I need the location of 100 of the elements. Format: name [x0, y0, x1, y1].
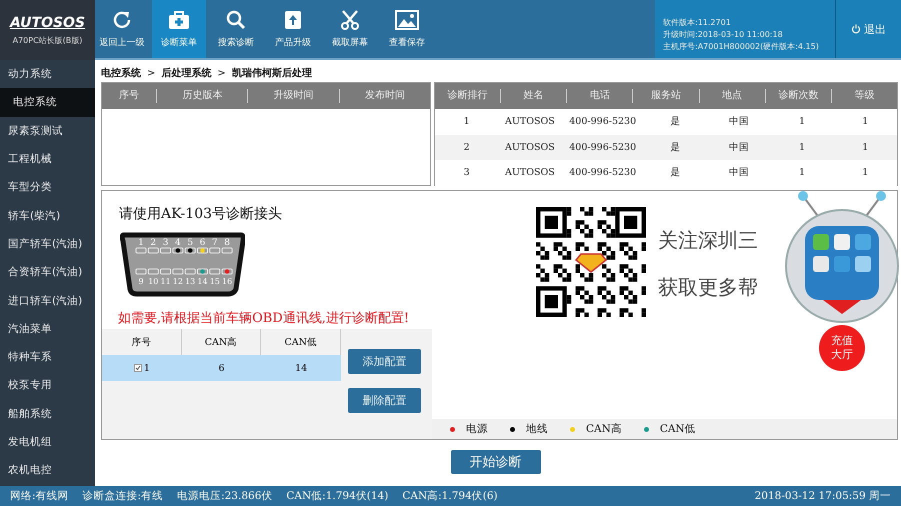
sidebar-item[interactable]: 工程机械 — [0, 144, 95, 174]
column-header: 诊断次数 — [766, 89, 832, 103]
status-text: 网络:有线网 — [10, 489, 69, 503]
table-cell-text: 中国 — [728, 115, 750, 128]
model-label: A70PC站长版(B版) — [12, 34, 82, 46]
status-text: 电源电压:23.866伏 — [177, 489, 272, 503]
table-cell-text: 1 — [798, 142, 806, 153]
refresh-icon — [112, 10, 132, 30]
info-line: 软件版本:11.2701 — [663, 17, 732, 29]
image-icon — [395, 10, 419, 30]
brand-logo: AUTOSOS — [10, 14, 86, 30]
pin-number: 13 — [185, 277, 196, 286]
config-button[interactable]: 添加配置 — [348, 349, 421, 374]
sidebar-item[interactable]: 校泵专用 — [0, 371, 95, 400]
info-line: 主机序号:A7001H800002(硬件版本:4.15) — [663, 41, 820, 53]
pin-number: 3 — [162, 238, 168, 248]
table-cell-text: 1 — [861, 167, 870, 178]
column-header: 序号 — [102, 89, 158, 103]
legend-label: 电源 — [466, 422, 488, 436]
sidebar-item[interactable]: 动力系统 — [0, 60, 95, 88]
status-text: CAN高:1.794伏(6) — [402, 489, 498, 503]
column-header: 诊断排行 — [435, 89, 502, 103]
sidebar-item[interactable]: 合资轿车(汽油) — [0, 258, 95, 286]
pin-number: 1 — [138, 238, 144, 248]
date-time: 2018-03-12 17:05:59 周一 — [754, 489, 891, 503]
table-cell-text: 400-996-5230 — [568, 167, 638, 178]
sidebar-item[interactable]: 轿车(柴汽) — [0, 201, 95, 230]
scissors-icon — [340, 10, 360, 30]
sidebar-item[interactable]: 船舶系统 — [0, 400, 95, 428]
legend-label: CAN高 — [586, 422, 622, 436]
column-header: 等级 — [853, 89, 876, 103]
pin-number: 14 — [197, 277, 208, 286]
pin-number: 11 — [160, 277, 171, 286]
config-button[interactable]: 删除配置 — [348, 388, 421, 413]
breadcrumb-item[interactable]: 后处理系统 — [161, 66, 212, 80]
column-header: 发布时间 — [364, 89, 406, 103]
table-cell-text: AUTOSOS — [504, 116, 556, 128]
table-cell-text: 是 — [669, 115, 682, 128]
breadcrumb-separator: > — [217, 68, 226, 78]
sidebar-item[interactable]: 特种车系 — [0, 342, 95, 372]
sidebar-item[interactable]: 农机电控 — [0, 456, 95, 484]
info-line: 升级时间:2018-03-10 11:00:18 — [663, 29, 784, 41]
pin-number: 9 — [138, 277, 144, 286]
sidebar-item[interactable]: 发电机组 — [0, 428, 95, 456]
table-cell: 14 — [295, 362, 308, 374]
table-cell-text: 3 — [462, 167, 471, 178]
first-aid-kit-icon — [168, 10, 190, 30]
table-cell-text: 2 — [462, 142, 471, 153]
config-row[interactable]: 1 6 14 — [102, 355, 341, 381]
column-header: 历史版本 — [157, 89, 248, 103]
status-text: CAN低:1.794伏(14) — [286, 489, 388, 503]
pin-number: 7 — [212, 238, 218, 248]
promo-text: 获取更多帮 — [658, 274, 758, 301]
column-header: 升级时间 — [248, 89, 340, 103]
pin-number: 10 — [148, 277, 158, 286]
column-header: 电话 — [567, 89, 634, 103]
pin-number: 5 — [187, 238, 194, 248]
status-text: 诊断盒连接:有线 — [82, 489, 164, 503]
logout-button[interactable]: 退出 — [835, 0, 901, 58]
promo-text: 关注深圳三 — [658, 227, 758, 254]
pin-number: 4 — [175, 238, 181, 248]
column-header: 服务站 — [633, 89, 700, 103]
table-cell-text: 400-996-5230 — [568, 116, 638, 128]
toolbar-button[interactable]: 搜索诊断 — [209, 0, 263, 58]
table-cell: 6 — [218, 362, 225, 374]
column-header: 姓名 — [501, 89, 568, 103]
column-header: 地点 — [700, 89, 766, 103]
toolbar-button[interactable]: 查看保存 — [380, 0, 434, 58]
breadcrumb-item[interactable]: 电控系统 — [101, 66, 141, 80]
table-cell-text: 1 — [798, 116, 806, 128]
power-icon — [851, 24, 861, 34]
toolbar-button[interactable]: 截取屏幕 — [323, 0, 377, 58]
sidebar-item[interactable]: 进口轿车(汽油) — [0, 286, 95, 315]
breadcrumb-item[interactable]: 凯瑞伟柯斯后处理 — [232, 66, 312, 80]
sidebar-item[interactable]: 电控系统 — [0, 88, 95, 117]
sidebar-item[interactable]: 国产轿车(汽油) — [0, 230, 95, 258]
table-cell-text: 是 — [669, 140, 682, 154]
table-cell-text: 400-996-5230 — [568, 142, 638, 153]
breadcrumb-separator: > — [147, 68, 156, 78]
table-cell-text: 是 — [669, 166, 682, 180]
recharge-button[interactable]: 充值 大厅 — [819, 325, 865, 371]
legend-label: 地线 — [526, 422, 548, 436]
pin-number: 6 — [200, 238, 206, 248]
toolbar-button[interactable]: 返回上一级 — [95, 0, 149, 58]
toolbar-button[interactable]: 诊断菜单 — [152, 0, 206, 58]
pin-number: 16 — [222, 277, 232, 286]
sidebar-item[interactable]: 汽油菜单 — [0, 314, 95, 343]
connector-title: 请使用AK-103号诊断接头 — [119, 205, 284, 223]
toolbar-button[interactable]: 产品升级 — [266, 0, 320, 58]
table-cell-text: 中国 — [728, 166, 750, 180]
table-cell-text: AUTOSOS — [504, 167, 556, 178]
upload-icon — [284, 10, 302, 30]
legend-label: CAN低 — [660, 422, 696, 436]
pin-number: 8 — [224, 238, 230, 248]
sidebar-item[interactable]: 尿素泵测试 — [0, 116, 95, 145]
pin-number: 15 — [210, 277, 220, 286]
checkbox[interactable] — [134, 364, 142, 372]
table-cell-text: 1 — [861, 116, 870, 128]
start-button[interactable]: 开始诊断 — [450, 450, 540, 474]
sidebar-item[interactable]: 车型分类 — [0, 173, 95, 202]
